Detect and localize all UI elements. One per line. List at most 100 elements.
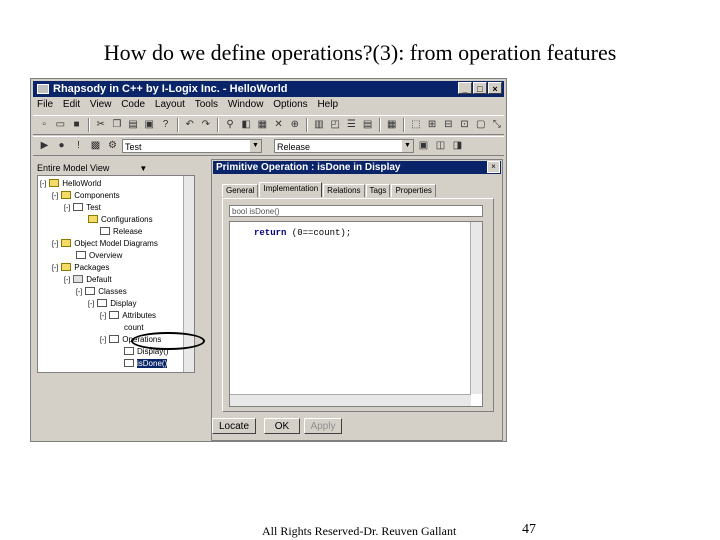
animate-icon[interactable]: ▣ xyxy=(416,139,431,153)
collapse-toggle[interactable]: [-] xyxy=(40,179,47,191)
minimize-button[interactable]: _ xyxy=(458,82,472,94)
tree-node-display[interactable]: [-] Display xyxy=(88,298,136,310)
list-icon[interactable]: ☰ xyxy=(344,118,358,132)
dialog-button-row: Locate OK Apply xyxy=(212,418,502,438)
tree-node-release[interactable]: Release xyxy=(100,226,142,238)
select-icon[interactable]: ⬚ xyxy=(409,118,423,132)
open-icon[interactable]: ▭ xyxy=(53,118,67,132)
locate-icon[interactable]: ◧ xyxy=(239,118,253,132)
diagram-icon[interactable]: ◰ xyxy=(328,118,342,132)
close-button[interactable]: × xyxy=(488,82,502,94)
toolbar-separator xyxy=(216,118,219,132)
tree-node-default[interactable]: [-] Default xyxy=(64,274,112,286)
zoom-icon[interactable]: ⊕ xyxy=(288,118,302,132)
menu-edit[interactable]: Edit xyxy=(63,99,80,110)
save-icon[interactable]: ■ xyxy=(69,118,83,132)
tree-node-omd[interactable]: [-] Object Model Diagrams xyxy=(52,238,158,250)
chevron-down-icon[interactable]: ▼ xyxy=(402,140,413,152)
code-expression: (0==count); xyxy=(286,228,352,238)
locate-button[interactable]: Locate xyxy=(212,418,256,434)
menu-tools[interactable]: Tools xyxy=(195,99,218,110)
menu-help[interactable]: Help xyxy=(317,99,338,110)
apply-button[interactable]: Apply xyxy=(304,418,342,434)
collapse-toggle[interactable]: [-] xyxy=(52,263,59,275)
cut-icon[interactable]: ✂ xyxy=(94,118,108,132)
code-editor[interactable]: return (0==count); xyxy=(229,221,483,407)
code-horizontal-scrollbar[interactable] xyxy=(230,394,471,406)
table-icon[interactable]: ▤ xyxy=(360,118,374,132)
tree-node-test[interactable]: [-] Test xyxy=(64,202,101,214)
browser-view-selector[interactable]: Entire Model View ▼ xyxy=(37,163,197,173)
tree-node-count[interactable]: count xyxy=(124,322,144,334)
configuration-combo[interactable]: Test ▼ xyxy=(122,139,262,153)
help-icon[interactable]: ? xyxy=(158,118,172,132)
print-icon[interactable]: ▣ xyxy=(142,118,156,132)
delete-icon[interactable]: ✕ xyxy=(272,118,286,132)
tree-node-classes[interactable]: [-] Classes xyxy=(76,286,127,298)
tree-node-attributes[interactable]: [-] Attributes xyxy=(100,310,156,322)
tab-relations[interactable]: Relations xyxy=(323,184,365,197)
zoom-in-icon[interactable]: ⊞ xyxy=(425,118,439,132)
menu-bar: File Edit View Code Layout Tools Window … xyxy=(33,98,504,112)
zoom-out-icon[interactable]: ⊟ xyxy=(441,118,455,132)
ok-button[interactable]: OK xyxy=(264,418,300,434)
collapse-toggle[interactable]: [-] xyxy=(76,287,83,299)
generate-icon[interactable]: ⚙ xyxy=(105,139,120,153)
redo-icon[interactable]: ↷ xyxy=(199,118,213,132)
copy-icon[interactable]: ❐ xyxy=(110,118,124,132)
collapse-toggle[interactable]: [-] xyxy=(100,335,107,347)
run-icon[interactable]: ▶ xyxy=(37,139,52,153)
stop-icon[interactable]: ● xyxy=(54,139,69,153)
tab-properties[interactable]: Properties xyxy=(391,184,436,197)
tree-node-packages[interactable]: [-] Packages xyxy=(52,262,109,274)
collapse-toggle[interactable]: [-] xyxy=(52,239,59,251)
menu-file[interactable]: File xyxy=(37,99,53,110)
new-icon[interactable]: ▫ xyxy=(37,118,51,132)
zoom-fit-icon[interactable]: ⊡ xyxy=(457,118,471,132)
undo-icon[interactable]: ↶ xyxy=(183,118,197,132)
collapse-toggle[interactable]: [-] xyxy=(64,275,71,287)
tab-general[interactable]: General xyxy=(222,184,259,197)
warning-icon[interactable]: ! xyxy=(71,139,86,153)
maximize-button[interactable]: □ xyxy=(473,82,487,94)
tree-node-overview[interactable]: Overview xyxy=(76,250,122,262)
browser-icon[interactable]: ▦ xyxy=(255,118,269,132)
release-combo[interactable]: Release ▼ xyxy=(274,139,414,153)
tree-node-helloworld[interactable]: [-] HelloWorld xyxy=(40,178,101,190)
paste-icon[interactable]: ▤ xyxy=(126,118,140,132)
tree-node-label: Test xyxy=(86,203,101,212)
collapse-toggle[interactable]: [-] xyxy=(88,299,95,311)
collapse-toggle[interactable]: [-] xyxy=(52,191,59,203)
layout-icon[interactable]: ▢ xyxy=(474,118,488,132)
break-icon[interactable]: ◨ xyxy=(450,139,465,153)
chevron-down-icon[interactable]: ▼ xyxy=(139,164,147,173)
tree-node-isdone[interactable]: isDone() xyxy=(124,358,168,370)
collapse-toggle[interactable]: [-] xyxy=(64,203,71,215)
tree-node-label: Components xyxy=(74,191,120,200)
collapse-toggle[interactable]: [-] xyxy=(100,311,107,323)
menu-view[interactable]: View xyxy=(90,99,112,110)
resize-icon[interactable]: ⤡ xyxy=(490,118,504,132)
signature-field: bool isDone() xyxy=(229,205,483,217)
tab-tags[interactable]: Tags xyxy=(365,184,391,197)
toolbar-separator xyxy=(305,118,308,132)
menu-code[interactable]: Code xyxy=(121,99,145,110)
grid-icon[interactable]: ▦ xyxy=(385,118,399,132)
dialog-title: Primitive Operation : isDone in Display xyxy=(213,161,501,174)
build-icon[interactable]: ▩ xyxy=(88,139,103,153)
tree-node-configurations[interactable]: Configurations xyxy=(88,214,153,226)
tree-node-components[interactable]: [-] Components xyxy=(52,190,120,202)
class-icon[interactable]: ▥ xyxy=(312,118,326,132)
menu-options[interactable]: Options xyxy=(273,99,307,110)
window-titlebar[interactable]: Rhapsody in C++ by I-Logix Inc. - HelloW… xyxy=(33,81,504,97)
toolbar-separator xyxy=(402,118,405,132)
trace-icon[interactable]: ◫ xyxy=(433,139,448,153)
dialog-close-icon[interactable]: × xyxy=(487,161,500,173)
find-icon[interactable]: ⚲ xyxy=(223,118,237,132)
tab-implementation[interactable]: Implementation xyxy=(259,182,323,197)
tree-node-label: Configurations xyxy=(101,215,153,224)
code-vertical-scrollbar[interactable] xyxy=(470,222,482,394)
chevron-down-icon[interactable]: ▼ xyxy=(250,140,261,152)
menu-window[interactable]: Window xyxy=(228,99,264,110)
menu-layout[interactable]: Layout xyxy=(155,99,185,110)
